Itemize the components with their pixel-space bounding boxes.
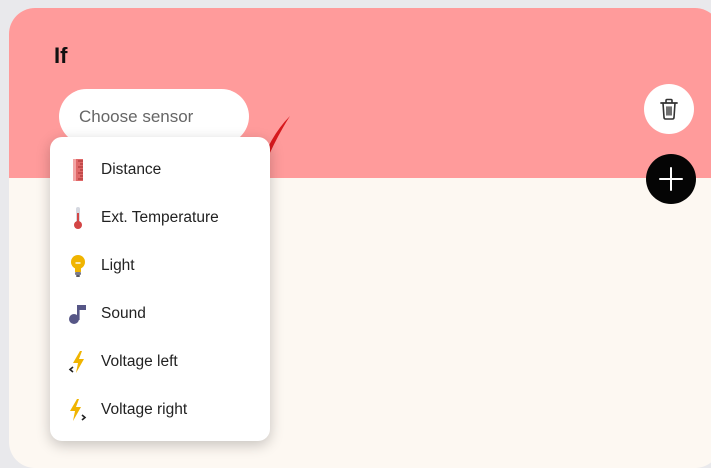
- sensor-option-distance[interactable]: Distance: [50, 146, 270, 194]
- sensor-option-label: Ext. Temperature: [101, 209, 219, 226]
- sensor-dropdown: Distance Ext. Temperature Light Sound Vo…: [50, 137, 270, 441]
- sensor-option-label: Sound: [101, 305, 146, 322]
- delete-button[interactable]: [644, 84, 694, 134]
- sensor-option-sound[interactable]: Sound: [50, 290, 270, 338]
- sensor-option-label: Voltage left: [101, 353, 178, 370]
- light-bulb-icon: [68, 254, 88, 278]
- thermometer-icon: [68, 206, 88, 230]
- sensor-option-ext-temperature[interactable]: Ext. Temperature: [50, 194, 270, 242]
- sensor-option-voltage-left[interactable]: Voltage left: [50, 338, 270, 386]
- condition-title: If: [54, 43, 68, 68]
- sensor-option-label: Voltage right: [101, 401, 188, 418]
- sensor-option-label: Distance: [101, 161, 162, 178]
- sensor-select[interactable]: Choose sensor: [59, 89, 249, 144]
- sensor-option-light[interactable]: Light: [50, 242, 270, 290]
- lightning-right-icon: [68, 398, 88, 422]
- sensor-option-voltage-right[interactable]: Voltage right: [50, 386, 270, 434]
- music-note-icon: [68, 302, 88, 326]
- add-button[interactable]: [646, 154, 696, 204]
- sensor-option-label: Light: [101, 257, 135, 274]
- plus-icon: [659, 167, 683, 191]
- trash-icon: [660, 98, 678, 120]
- lightning-left-icon: [68, 350, 88, 374]
- ruler-icon: [68, 158, 88, 182]
